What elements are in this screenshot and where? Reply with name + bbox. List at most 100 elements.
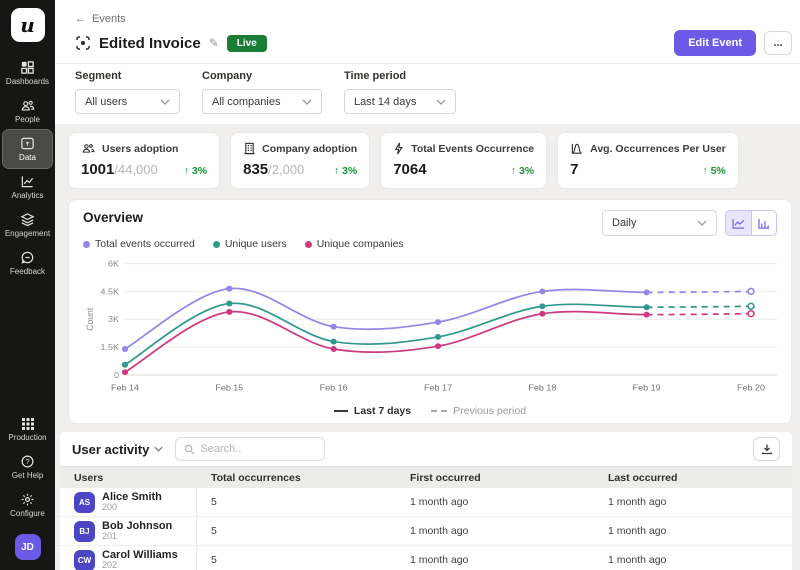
card-value: 7064 [393, 161, 426, 178]
svg-text:1.5K: 1.5K [100, 342, 119, 352]
sidebar-nav: Dashboards People Data Analytics [0, 54, 55, 282]
sidebar-item-engagement[interactable]: Engagement [3, 206, 52, 244]
svg-text:Feb 19: Feb 19 [633, 382, 661, 392]
chevron-down-icon [154, 446, 163, 452]
period-legend: Last 7 days Previous period [83, 403, 777, 419]
svg-text:Feb 14: Feb 14 [111, 382, 139, 392]
sidebar-item-label: Configure [10, 509, 45, 518]
userpilot-logo[interactable]: u [11, 8, 45, 42]
card-company-adoption: Company adoption 835/2,000 ↑ 3% [230, 132, 370, 189]
edit-title-icon[interactable]: ✎ [209, 36, 219, 50]
lightning-icon [393, 142, 405, 155]
avatar: AS [74, 492, 95, 513]
company-select[interactable]: All companies [202, 89, 322, 114]
overview-card: Overview Daily [68, 199, 792, 424]
filter-label: Company [202, 70, 322, 84]
legend-item-total-events: Total events occurred [83, 238, 195, 250]
user-id: 202 [102, 561, 178, 570]
back-arrow-icon: ← [75, 13, 86, 25]
sidebar-item-people[interactable]: People [3, 92, 52, 130]
sidebar-item-label: Dashboards [6, 77, 49, 86]
filter-company: Company All companies [202, 70, 322, 114]
segment-select[interactable]: All users [75, 89, 180, 114]
sidebar-item-label: Production [8, 433, 46, 442]
segment-select-value: All users [85, 96, 127, 108]
card-total: /2,000 [268, 162, 304, 177]
first-occurred-cell: 1 month ago [396, 546, 594, 570]
feedback-icon [20, 250, 35, 265]
download-button[interactable] [753, 437, 780, 461]
download-icon [761, 443, 773, 455]
first-occurred-cell: 1 month ago [396, 488, 594, 516]
search-input[interactable] [200, 443, 316, 455]
chevron-down-icon [160, 99, 170, 105]
logo-letter: u [20, 15, 35, 35]
svg-text:4.5K: 4.5K [100, 286, 119, 296]
sidebar-item-get-help[interactable]: ? Get Help [3, 448, 52, 486]
user-avatar[interactable]: JD [15, 534, 41, 560]
sidebar-item-label: Get Help [12, 471, 44, 480]
svg-text:Feb 17: Feb 17 [424, 382, 452, 392]
solid-line-sample [334, 410, 348, 412]
chevron-down-icon [697, 220, 707, 226]
title-row: Edited Invoice ✎ Live Edit Event ... [75, 28, 792, 58]
svg-text:6K: 6K [108, 259, 119, 269]
table-row[interactable]: AS Alice Smith 200 5 1 month ago 1 month… [60, 488, 792, 517]
total-occurrences-cell: 5 [197, 517, 396, 545]
up-arrow-icon: ↑ [184, 165, 189, 177]
svg-text:Feb 18: Feb 18 [528, 382, 556, 392]
sidebar-item-data[interactable]: Data [3, 130, 52, 168]
table-row[interactable]: CW Carol Williams 202 5 1 month ago 1 mo… [60, 546, 792, 570]
filters-row: Segment All users Company All companies … [75, 64, 792, 124]
column-header-first-occurred: First occurred [396, 467, 594, 488]
chart-canvas: 01.5K3K4.5K6KFeb 14Feb 15Feb 16Feb 17Feb… [83, 254, 779, 398]
table-header: Users Total occurrences First occurred L… [60, 466, 792, 488]
company-icon [243, 142, 256, 155]
sidebar-item-feedback[interactable]: Feedback [3, 244, 52, 282]
sidebar-item-analytics[interactable]: Analytics [3, 168, 52, 206]
event-scan-icon [75, 35, 91, 51]
card-label: Users adoption [102, 143, 178, 155]
bar-chart-toggle[interactable] [751, 211, 776, 235]
breadcrumb-events[interactable]: ← Events [75, 12, 126, 26]
edit-event-button[interactable]: Edit Event [674, 30, 756, 56]
card-change: ↑ 3% [485, 165, 534, 177]
sidebar-item-label: Feedback [10, 267, 45, 276]
granularity-select[interactable]: Daily [602, 210, 717, 236]
line-chart-toggle[interactable] [726, 211, 751, 235]
legend-item-unique-users: Unique users [213, 238, 287, 250]
page-body: Users adoption 1001/44,000 ↑ 3% Company … [55, 124, 800, 570]
card-total: /44,000 [114, 162, 157, 177]
people-icon [20, 98, 36, 113]
chevron-down-icon [436, 99, 446, 105]
legend-item-unique-companies: Unique companies [305, 238, 404, 250]
card-users-adoption: Users adoption 1001/44,000 ↑ 3% [68, 132, 220, 189]
analytics-icon [20, 174, 35, 189]
time-period-select[interactable]: Last 14 days [344, 89, 456, 114]
overview-title: Overview [83, 210, 143, 225]
users-icon [81, 142, 96, 155]
card-label: Company adoption [262, 143, 357, 155]
data-icon [20, 136, 35, 151]
up-arrow-icon: ↑ [702, 165, 707, 177]
more-options-button[interactable]: ... [764, 31, 792, 55]
sidebar-item-configure[interactable]: Configure [3, 486, 52, 524]
filter-label: Time period [344, 70, 456, 84]
page-title: Edited Invoice [99, 35, 201, 52]
card-value: 7 [570, 161, 578, 178]
column-header-last-occurred: Last occurred [594, 467, 792, 488]
table-row[interactable]: BJ Bob Johnson 201 5 1 month ago 1 month… [60, 517, 792, 546]
user-activity-title-dropdown[interactable]: User activity [72, 442, 163, 457]
sidebar: u Dashboards People Data [0, 0, 55, 570]
legend-dot [83, 241, 90, 248]
sidebar-item-dashboards[interactable]: Dashboards [3, 54, 52, 92]
total-occurrences-cell: 5 [197, 488, 396, 516]
card-avg-occurrences: Avg. Occurrences Per User 7 ↑ 5% [557, 132, 739, 189]
last-occurred-cell: 1 month ago [594, 517, 792, 545]
sidebar-item-production[interactable]: Production [3, 410, 52, 448]
legend-dot [213, 241, 220, 248]
user-activity-section: User activity Users Total occurrences Fi… [60, 432, 792, 570]
svg-text:Feb 15: Feb 15 [215, 382, 243, 392]
company-select-value: All companies [212, 96, 280, 108]
gear-icon [20, 492, 35, 507]
